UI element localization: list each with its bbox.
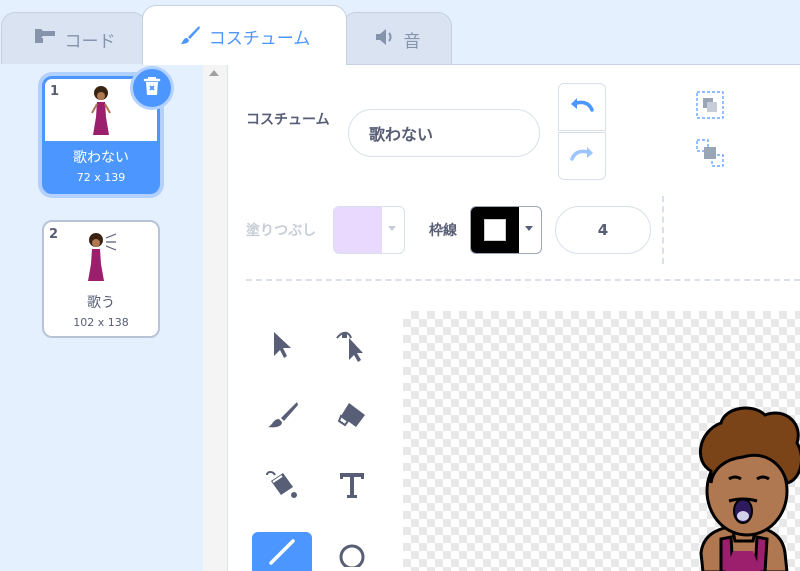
ungroup-icon	[695, 138, 725, 172]
costume-size: 72 x 139	[76, 171, 126, 184]
tab-bar: コード コスチューム 音	[0, 0, 800, 66]
costume-name: 歌わない	[73, 150, 129, 166]
stroke-preview	[484, 219, 506, 241]
tab-code-label: コード	[64, 32, 116, 52]
costume-artwork	[699, 406, 800, 571]
tab-code[interactable]: コード	[1, 12, 147, 66]
reshape-cursor-icon	[335, 328, 369, 366]
stroke-width-input[interactable]: 4	[555, 206, 651, 254]
scrollbar[interactable]	[203, 64, 227, 571]
tab-sound-label: 音	[403, 32, 421, 52]
paint-bucket-icon	[265, 469, 299, 505]
costume-name-input[interactable]: 歌わない	[348, 109, 540, 157]
trash-icon	[142, 75, 162, 101]
fill-color-picker[interactable]	[333, 206, 405, 254]
divider	[662, 196, 664, 264]
text-tool[interactable]	[322, 463, 382, 511]
chevron-down-icon	[388, 226, 396, 231]
delete-costume-button[interactable]	[130, 66, 174, 110]
circle-tool[interactable]	[322, 532, 382, 571]
reshape-tool[interactable]	[322, 323, 382, 371]
line-tool[interactable]	[252, 532, 312, 571]
tab-costume-label: コスチューム	[208, 29, 311, 49]
divider	[246, 279, 800, 281]
costume-number: 1	[50, 84, 60, 99]
redo-icon	[569, 145, 595, 167]
line-icon	[267, 537, 297, 571]
eraser-tool[interactable]	[322, 393, 382, 441]
costume-list: 1 歌わない 72 x 139 2 歌う 102 x 138	[0, 64, 228, 571]
costume-name-label: コスチューム	[246, 112, 330, 128]
fill-tool[interactable]	[252, 463, 312, 511]
tab-costume[interactable]: コスチューム	[142, 5, 347, 65]
stroke-label: 枠線	[429, 223, 457, 239]
tab-sound[interactable]: 音	[342, 12, 452, 66]
ungroup-button[interactable]	[694, 139, 726, 171]
circle-icon	[337, 537, 367, 571]
stroke-color-picker[interactable]	[470, 206, 542, 254]
undo-button[interactable]	[558, 83, 606, 131]
select-tool[interactable]	[252, 323, 312, 371]
scroll-up-arrow-icon[interactable]	[209, 70, 219, 76]
costume-size: 102 x 138	[73, 316, 129, 329]
brush-icon	[179, 24, 201, 51]
fill-color-swatch	[334, 207, 382, 253]
redo-button[interactable]	[558, 132, 606, 180]
eraser-icon	[335, 400, 369, 434]
code-blocks-icon	[33, 27, 57, 50]
group-icon	[695, 90, 725, 124]
paint-editor: コスチューム 歌わない 塗りつぶし 枠線 4	[228, 64, 800, 571]
text-t-icon	[337, 470, 367, 504]
costume-item-2[interactable]: 2 歌う 102 x 138	[42, 220, 160, 338]
costume-thumbnail	[44, 226, 158, 286]
chevron-down-icon	[525, 226, 533, 231]
undo-icon	[569, 96, 595, 118]
speaker-icon	[374, 27, 396, 52]
costume-name: 歌う	[87, 295, 115, 311]
fill-label: 塗りつぶし	[246, 223, 317, 239]
brush-icon	[265, 400, 299, 434]
group-button[interactable]	[694, 91, 726, 123]
arrow-cursor-icon	[270, 330, 294, 364]
paint-canvas[interactable]	[403, 311, 800, 571]
brush-tool[interactable]	[252, 393, 312, 441]
